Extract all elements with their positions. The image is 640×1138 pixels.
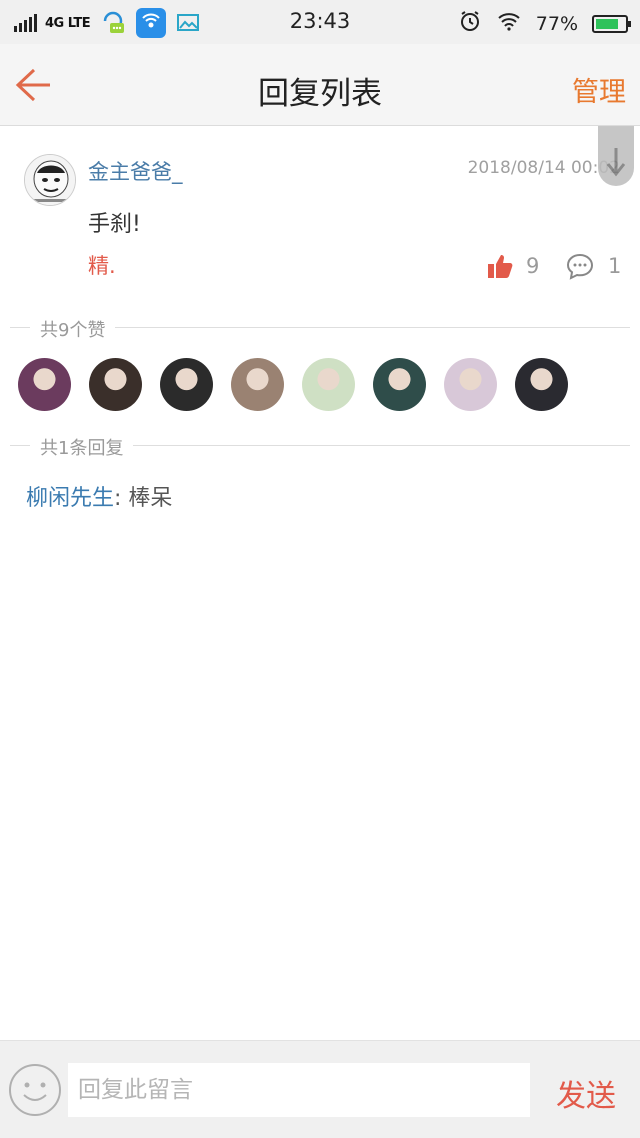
comment-button[interactable]: 1 xyxy=(566,252,621,280)
liker-avatar[interactable] xyxy=(515,358,568,411)
liker-avatar[interactable] xyxy=(231,358,284,411)
comment-icon xyxy=(566,253,594,280)
liker-avatar[interactable] xyxy=(160,358,213,411)
comment-count: 1 xyxy=(608,254,622,278)
reply-author[interactable]: 柳闲先生 xyxy=(26,486,114,511)
liker-avatar[interactable] xyxy=(302,358,355,411)
like-button[interactable]: 9 xyxy=(486,252,539,280)
replies-divider: 共1条回复 xyxy=(10,434,630,460)
post-username[interactable]: 金主爸爸_ xyxy=(88,156,183,186)
battery-icon xyxy=(592,14,631,33)
reply-text: 棒呆 xyxy=(128,486,173,511)
likes-count-label: 共9个赞 xyxy=(30,316,116,342)
reply-separator: : xyxy=(114,486,129,511)
scroll-handle[interactable] xyxy=(598,126,634,186)
battery-percent: 77% xyxy=(535,12,578,35)
alarm-icon xyxy=(458,9,482,38)
emoji-icon[interactable] xyxy=(8,1063,62,1117)
nav-bar: 回复列表 管理 xyxy=(0,44,640,126)
reply-composer: 发送 xyxy=(0,1040,640,1138)
featured-tag: 精. xyxy=(88,254,116,278)
status-bar: 4G LTE 23:43 77% xyxy=(0,0,640,44)
reply-input[interactable] xyxy=(68,1063,530,1117)
liker-avatar[interactable] xyxy=(18,358,71,411)
like-count: 9 xyxy=(526,254,540,278)
liker-avatars xyxy=(18,358,568,411)
liker-avatar[interactable] xyxy=(89,358,142,411)
liker-avatar[interactable] xyxy=(373,358,426,411)
liker-avatar[interactable] xyxy=(444,358,497,411)
avatar[interactable] xyxy=(24,154,76,206)
likes-divider: 共9个赞 xyxy=(10,316,630,342)
send-button[interactable]: 发送 xyxy=(556,1071,616,1115)
wifi-icon xyxy=(496,10,522,37)
post-text: 手刹! xyxy=(88,212,141,237)
page-title: 回复列表 xyxy=(258,76,382,112)
thumbs-up-icon xyxy=(488,255,513,278)
replies-count-label: 共1条回复 xyxy=(30,434,134,460)
reply-item[interactable]: 柳闲先生: 棒呆 xyxy=(26,480,172,512)
manage-button[interactable]: 管理 xyxy=(572,70,626,109)
